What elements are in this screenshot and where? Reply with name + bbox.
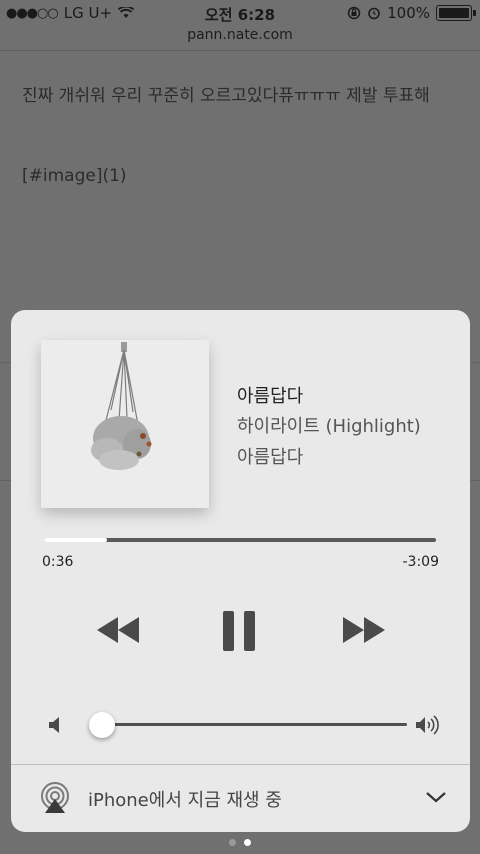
output-device-label[interactable]: iPhone에서 지금 재생 중 xyxy=(88,786,282,812)
fast-forward-button[interactable] xyxy=(341,614,387,646)
status-bar: ●●●○○ LG U+ 오전 6:28 100% xyxy=(0,0,480,24)
elapsed-time: 0:36 xyxy=(42,554,74,570)
page-dot-1[interactable] xyxy=(229,839,236,846)
progress-elapsed xyxy=(44,538,107,542)
alarm-icon xyxy=(368,7,380,20)
dried-flowers-artwork-image xyxy=(41,340,209,508)
rotation-lock-icon xyxy=(347,6,361,20)
battery-icon xyxy=(436,5,476,21)
status-right: 100% xyxy=(347,4,476,22)
volume-low-icon xyxy=(49,717,59,733)
volume-slider-knob[interactable] xyxy=(88,712,115,738)
rewind-button[interactable] xyxy=(95,614,141,646)
url-label[interactable]: pann.nate.com xyxy=(0,27,480,43)
post-text: 진짜 개쉬워 우리 꾸준히 오르고있다퓨ㅠㅠㅠ 제발 투표해 xyxy=(22,86,430,106)
song-artist: 하이라이트 (Highlight) xyxy=(237,416,421,437)
progress-slider[interactable] xyxy=(44,538,436,542)
page-dot-2[interactable] xyxy=(244,839,251,846)
now-playing-card: 아름답다 하이라이트 (Highlight) 아름답다 0:36 -3:09 i… xyxy=(11,310,470,832)
song-title: 아름답다 xyxy=(237,386,304,407)
song-album: 아름답다 xyxy=(237,447,304,468)
airplay-icon[interactable] xyxy=(39,782,71,814)
pause-button[interactable] xyxy=(221,610,257,652)
album-artwork xyxy=(41,340,209,508)
post-image-placeholder: [#image](1) xyxy=(22,166,127,186)
chevron-down-icon[interactable] xyxy=(425,790,447,804)
volume-slider[interactable] xyxy=(89,723,407,726)
divider xyxy=(11,764,470,765)
address-bar-divider xyxy=(0,50,480,51)
battery-percent: 100% xyxy=(387,4,430,22)
volume-high-icon xyxy=(416,715,439,735)
remaining-time: -3:09 xyxy=(402,554,440,570)
